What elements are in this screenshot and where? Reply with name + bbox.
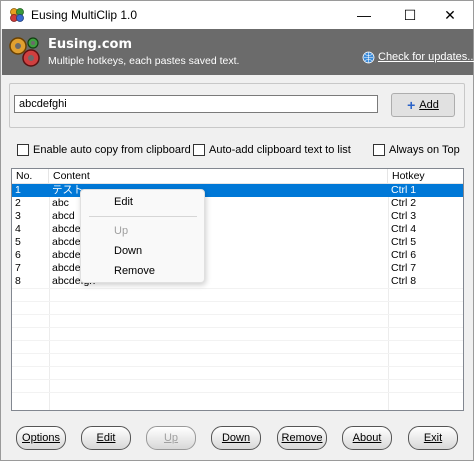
grid-line	[12, 392, 463, 393]
row-hotkey: Ctrl 1	[391, 184, 417, 196]
checkbox-box[interactable]	[193, 144, 205, 156]
row-hotkey: Ctrl 4	[391, 223, 417, 235]
checkbox-box[interactable]	[17, 144, 29, 156]
plus-icon: +	[407, 97, 416, 113]
auto-add-checkbox[interactable]: Auto-add clipboard text to list	[193, 144, 351, 156]
row-number: 3	[15, 210, 21, 222]
checkbox-label: Enable auto copy from clipboard	[33, 144, 191, 156]
row-hotkey: Ctrl 8	[391, 275, 417, 287]
column-header-hotkey[interactable]: Hotkey	[388, 169, 463, 184]
exit-button[interactable]: Exit	[408, 426, 458, 450]
about-button[interactable]: About	[342, 426, 392, 450]
header-banner: Eusing.com Multiple hotkeys, each pastes…	[2, 29, 474, 75]
add-button[interactable]: + Add	[391, 93, 455, 117]
context-menu-up: Up	[114, 225, 129, 237]
grid-line	[12, 366, 463, 367]
row-hotkey: Ctrl 3	[391, 210, 417, 222]
row-number: 5	[15, 236, 21, 248]
add-button-label: Add	[419, 99, 439, 111]
clip-list[interactable]: No. Content Hotkey 1 テスト Ctrl 1 2 abc Ctrl 23…	[11, 168, 464, 411]
app-window: Eusing MultiClip 1.0 — ☐ ✕ Eusing.com Mu…	[0, 0, 474, 461]
row-number: 8	[15, 275, 21, 287]
down-button[interactable]: Down	[211, 426, 261, 450]
app-icon	[10, 8, 24, 22]
edit-button[interactable]: Edit	[81, 426, 131, 450]
context-menu: Edit Up Down Remove	[80, 189, 205, 283]
auto-copy-checkbox[interactable]: Enable auto copy from clipboard	[17, 144, 191, 156]
grid-line	[12, 340, 463, 341]
row-hotkey: Ctrl 2	[391, 197, 417, 209]
context-menu-remove[interactable]: Remove	[114, 265, 155, 277]
checkbox-label: Auto-add clipboard text to list	[209, 144, 351, 156]
grid-line	[12, 288, 463, 289]
clip-text-input[interactable]	[14, 95, 378, 113]
banner-title: Eusing.com	[48, 37, 133, 52]
row-number: 6	[15, 249, 21, 261]
window-title: Eusing MultiClip 1.0	[31, 8, 138, 22]
row-hotkey: Ctrl 5	[391, 236, 417, 248]
context-menu-down[interactable]: Down	[114, 245, 142, 257]
checkbox-label: Always on Top	[389, 144, 460, 156]
grid-line	[12, 314, 463, 315]
title-bar[interactable]: Eusing MultiClip 1.0 — ☐ ✕	[1, 1, 473, 29]
row-number: 4	[15, 223, 21, 235]
close-button[interactable]: ✕	[427, 1, 473, 29]
minimize-button[interactable]: —	[341, 1, 387, 29]
list-header: No. Content Hotkey	[12, 169, 463, 184]
checkbox-box[interactable]	[373, 144, 385, 156]
row-hotkey: Ctrl 6	[391, 249, 417, 261]
row-number: 7	[15, 262, 21, 274]
banner-subtitle: Multiple hotkeys, each pastes saved text…	[48, 55, 240, 67]
row-number: 2	[15, 197, 21, 209]
options-button[interactable]: Options	[16, 426, 66, 450]
column-header-content[interactable]: Content	[49, 169, 388, 184]
menu-separator	[89, 216, 197, 217]
up-button: Up	[146, 426, 196, 450]
gears-logo-icon	[9, 37, 40, 67]
row-hotkey: Ctrl 7	[391, 262, 417, 274]
grid-line	[12, 301, 463, 302]
row-number: 1	[15, 184, 21, 196]
context-menu-edit[interactable]: Edit	[114, 196, 133, 208]
column-header-no[interactable]: No.	[12, 169, 49, 184]
always-on-top-checkbox[interactable]: Always on Top	[373, 144, 460, 156]
grid-line	[12, 379, 463, 380]
check-updates-link[interactable]: Check for updates...	[378, 51, 474, 63]
grid-line	[12, 327, 463, 328]
remove-button[interactable]: Remove	[277, 426, 327, 450]
grid-line	[12, 353, 463, 354]
globe-icon	[362, 51, 375, 64]
